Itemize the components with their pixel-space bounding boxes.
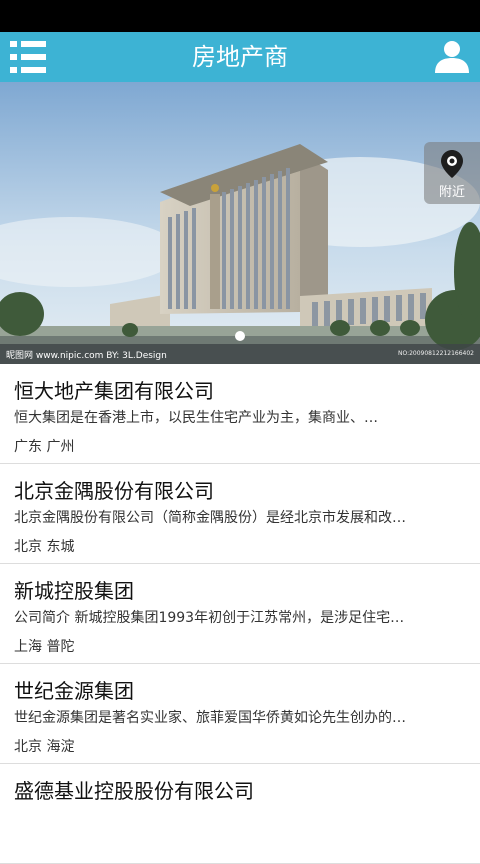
company-description: 北京金隅股份有限公司（简称金隅股份）是经北京市发展和改… xyxy=(14,510,406,526)
list-item[interactable]: 恒大地产集团有限公司 恒大集团是在香港上市，以民生住宅产业为主，集商业、… 广东… xyxy=(0,364,480,464)
company-description: 公司简介 新城控股集团1993年初创于江苏常州，是涉足住宅… xyxy=(14,610,405,626)
company-name: 世纪金源集团 xyxy=(14,679,134,703)
company-name: 新城控股集团 xyxy=(14,579,134,603)
company-location: 北京 东城 xyxy=(14,539,75,555)
banner-watermark-code: NO:20090812212166402 xyxy=(397,350,474,357)
nearby-label: 附近 xyxy=(438,185,465,200)
company-name: 北京金隅股份有限公司 xyxy=(14,479,214,503)
list-item[interactable]: 北京金隅股份有限公司 北京金隅股份有限公司（简称金隅股份）是经北京市发展和改… … xyxy=(0,464,480,564)
company-location: 广东 广州 xyxy=(14,439,75,455)
app-header: 房地产商 xyxy=(0,32,480,82)
list-item[interactable]: 新城控股集团 公司简介 新城控股集团1993年初创于江苏常州，是涉足住宅… 上海… xyxy=(0,564,480,664)
page-title: 房地产商 xyxy=(192,43,288,71)
company-location: 上海 普陀 xyxy=(14,639,75,655)
banner-carousel[interactable]: 附近 昵图网 www.nipic.com BY: 3L.Design NO:20… xyxy=(0,82,480,364)
company-description: 世纪金源集团是著名实业家、旅菲爱国华侨黄如论先生创办的… xyxy=(14,710,406,726)
location-pin-icon xyxy=(441,150,463,178)
company-name: 恒大地产集团有限公司 xyxy=(14,379,214,403)
list-item[interactable]: 世纪金源集团 世纪金源集团是著名实业家、旅菲爱国华侨黄如论先生创办的… 北京 海… xyxy=(0,664,480,764)
company-list: 恒大地产集团有限公司 恒大集团是在香港上市，以民生住宅产业为主，集商业、… 广东… xyxy=(0,364,480,864)
user-profile-icon[interactable] xyxy=(434,40,470,74)
list-item[interactable]: 盛德基业控股股份有限公司 xyxy=(0,764,480,864)
status-bar xyxy=(0,0,480,32)
nearby-button[interactable]: 附近 xyxy=(424,142,480,204)
company-location: 北京 海淀 xyxy=(14,739,75,755)
banner-watermark: 昵图网 www.nipic.com BY: 3L.Design xyxy=(6,351,167,361)
carousel-indicator-dot[interactable] xyxy=(235,331,245,341)
building-photo xyxy=(0,82,480,364)
company-description: 恒大集团是在香港上市，以民生住宅产业为主，集商业、… xyxy=(14,410,378,426)
